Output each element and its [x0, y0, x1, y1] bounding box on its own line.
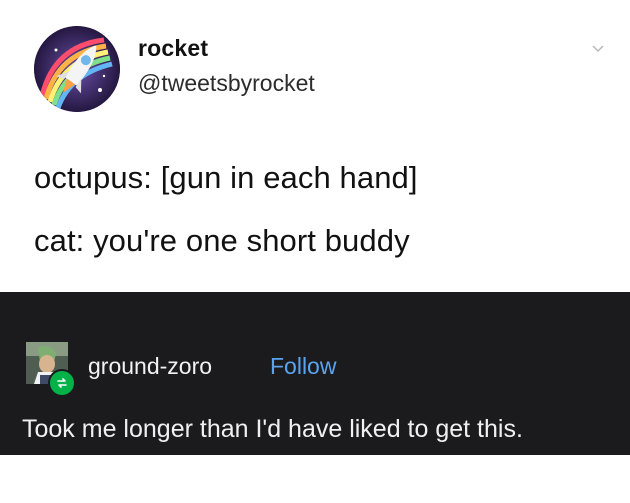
- reblog-badge: [48, 369, 76, 397]
- reblog-section: ground-zoro Follow Took me longer than I…: [0, 292, 630, 455]
- user-handle[interactable]: @tweetsbyrocket: [138, 70, 315, 97]
- bottom-margin: [0, 455, 630, 503]
- tweet-text-line: cat: you're one short buddy: [34, 223, 410, 258]
- tweet-text-line: octupus: [gun in each hand]: [34, 160, 418, 195]
- reblog-icon: [57, 378, 67, 388]
- screenshot-frame: rocket @tweetsbyrocket octupus: [gun in …: [0, 0, 630, 503]
- profile-avatar[interactable]: [34, 26, 120, 112]
- display-name[interactable]: rocket: [138, 35, 208, 62]
- chevron-down-icon[interactable]: [590, 42, 606, 56]
- reblog-username[interactable]: ground-zoro: [88, 353, 212, 380]
- follow-button[interactable]: Follow: [270, 353, 336, 380]
- reblog-comment: Took me longer than I'd have liked to ge…: [22, 415, 523, 443]
- tweet-card: rocket @tweetsbyrocket octupus: [gun in …: [0, 0, 630, 292]
- rocket-rainbow-icon: [34, 26, 120, 112]
